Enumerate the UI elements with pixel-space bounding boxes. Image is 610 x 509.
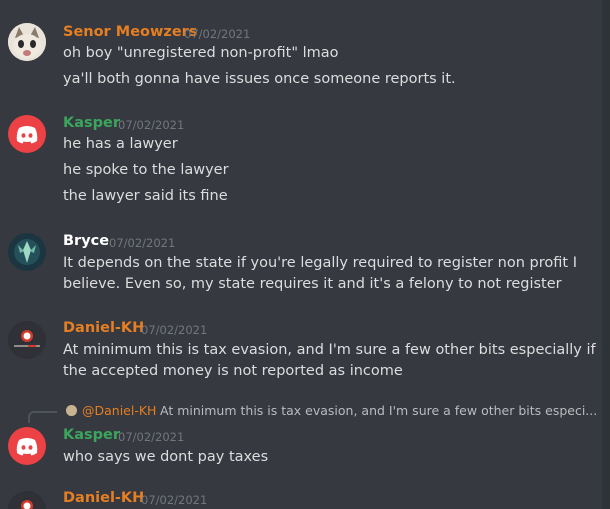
message-timestamp: 07/02/2021	[141, 493, 208, 507]
message-timestamp: 07/02/2021	[109, 236, 176, 250]
discord-logo-icon[interactable]	[8, 427, 46, 465]
message-author[interactable]: Kasper	[63, 115, 120, 131]
message-text: At minimum this is tax evasion, and I'm …	[63, 342, 596, 358]
message-text: ya'll both gonna have issues once someon…	[63, 71, 456, 87]
message-timestamp: 07/02/2021	[141, 323, 208, 337]
message-text: who says we dont pay taxes	[63, 449, 269, 465]
message-author[interactable]: Kasper	[63, 427, 120, 443]
reply-avatar-icon	[66, 405, 77, 416]
emblem-avatar-icon[interactable]	[8, 233, 46, 271]
reply-preview-text[interactable]: At minimum this is tax evasion, and I'm …	[160, 403, 597, 418]
message-author[interactable]: Senor Meowzers	[63, 24, 197, 40]
chat-message: Kasper 07/02/2021 he has a lawyer he spo…	[0, 105, 600, 225]
reply-author[interactable]: @Daniel-KH	[82, 403, 156, 418]
chat-message: Kasper 07/02/2021 who says we dont pay t…	[0, 425, 600, 485]
message-timestamp: 07/02/2021	[118, 430, 185, 444]
cat-avatar-icon[interactable]	[8, 23, 46, 61]
message-text: he spoke to the lawyer	[63, 162, 229, 178]
reply-spine	[28, 411, 57, 423]
message-author[interactable]: Bryce	[63, 233, 109, 249]
chat-message: Daniel-KH 07/02/2021	[0, 485, 600, 509]
chat-scrollbar-track[interactable]	[602, 0, 610, 509]
message-author[interactable]: Daniel-KH	[63, 320, 144, 336]
kh-logo-icon[interactable]	[8, 321, 46, 359]
message-timestamp: 07/02/2021	[118, 118, 185, 132]
chat-message: Senor Meowzers 07/02/2021 oh boy "unregi…	[0, 0, 600, 105]
message-text: the accepted money is not reported as in…	[63, 363, 403, 379]
message-text: believe. Even so, my state requires it a…	[63, 276, 562, 292]
kh-logo-icon[interactable]	[8, 491, 46, 509]
message-text: oh boy "unregistered non-profit" lmao	[63, 45, 339, 61]
message-text: It depends on the state if you're legall…	[63, 255, 577, 271]
discord-logo-icon[interactable]	[8, 115, 46, 153]
chat-message: Bryce 07/02/2021 It depends on the state…	[0, 225, 600, 315]
chat-message: Daniel-KH 07/02/2021 At minimum this is …	[0, 315, 600, 395]
message-text: he has a lawyer	[63, 136, 178, 152]
message-text: the lawyer said its fine	[63, 188, 228, 204]
message-timestamp: 07/02/2021	[184, 27, 251, 41]
message-author[interactable]: Daniel-KH	[63, 490, 144, 506]
